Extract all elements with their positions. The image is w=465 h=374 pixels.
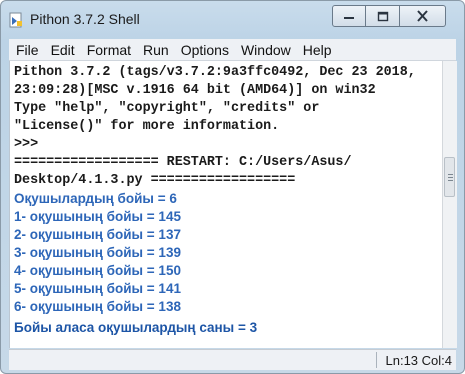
maximize-icon bbox=[377, 11, 388, 21]
banner-line: Type "help", "copyright", "credits" or bbox=[14, 101, 320, 116]
maximize-button[interactable] bbox=[366, 5, 400, 27]
output-line: 3- оқушының бойы = 139 bbox=[14, 245, 181, 260]
menu-file[interactable]: File bbox=[9, 42, 45, 58]
prompt-line: >>> bbox=[14, 137, 39, 152]
output-line: 2- оқушының бойы = 137 bbox=[14, 227, 181, 242]
restart-line: Desktop/4.1.3.py ================== bbox=[14, 173, 296, 188]
python-shell-icon bbox=[9, 12, 22, 28]
menu-help[interactable]: Help bbox=[297, 42, 338, 58]
output-line: 5- оқушының бойы = 141 bbox=[14, 281, 181, 296]
close-icon bbox=[417, 10, 428, 22]
grip-line bbox=[448, 180, 453, 181]
minimize-button[interactable] bbox=[332, 5, 366, 27]
menu-format[interactable]: Format bbox=[81, 42, 137, 58]
scrollbar-thumb[interactable] bbox=[444, 157, 455, 197]
window-controls bbox=[332, 5, 446, 29]
output-line: 4- оқушының бойы = 150 bbox=[14, 263, 181, 278]
grip-line bbox=[448, 174, 453, 175]
output-line: 6- оқушының бойы = 138 bbox=[14, 299, 181, 314]
status-divider bbox=[376, 352, 377, 368]
menu-bar: File Edit Format Run Options Window Help bbox=[9, 39, 456, 61]
shell-window: Pithon 3.7.2 Shell File Edit Format Run … bbox=[0, 0, 465, 374]
status-bar: Ln:13 Col:4 bbox=[9, 349, 456, 370]
banner-line: "License()" for more information. bbox=[14, 119, 280, 134]
cursor-position: Ln:13 Col:4 bbox=[385, 353, 453, 368]
restart-line: ================== RESTART: C:/Users/Asu… bbox=[14, 155, 352, 170]
output-line: Бойы аласа оқушылардың саны = 3 bbox=[14, 320, 258, 335]
menu-edit[interactable]: Edit bbox=[45, 42, 81, 58]
title-bar[interactable]: Pithon 3.7.2 Shell bbox=[1, 1, 464, 37]
menu-run[interactable]: Run bbox=[137, 42, 175, 58]
banner-line: 23:09:28)[MSC v.1916 64 bit (AMD64)] on … bbox=[14, 83, 376, 98]
close-button[interactable] bbox=[400, 5, 446, 27]
window-title: Pithon 3.7.2 Shell bbox=[30, 11, 140, 27]
banner-line: Pithon 3.7.2 (tags/v3.7.2:9a3ffc0492, De… bbox=[14, 65, 416, 80]
output-line: 1- оқушының бойы = 145 bbox=[14, 209, 181, 224]
menu-options[interactable]: Options bbox=[175, 42, 235, 58]
grip-line bbox=[448, 177, 453, 178]
menu-window[interactable]: Window bbox=[235, 42, 297, 58]
minimize-icon bbox=[344, 17, 354, 19]
shell-text-area[interactable]: Pithon 3.7.2 (tags/v3.7.2:9a3ffc0492, De… bbox=[9, 61, 442, 348]
vertical-scrollbar[interactable] bbox=[442, 61, 457, 348]
output-line: Оқушылардың бойы = 6 bbox=[14, 191, 177, 206]
